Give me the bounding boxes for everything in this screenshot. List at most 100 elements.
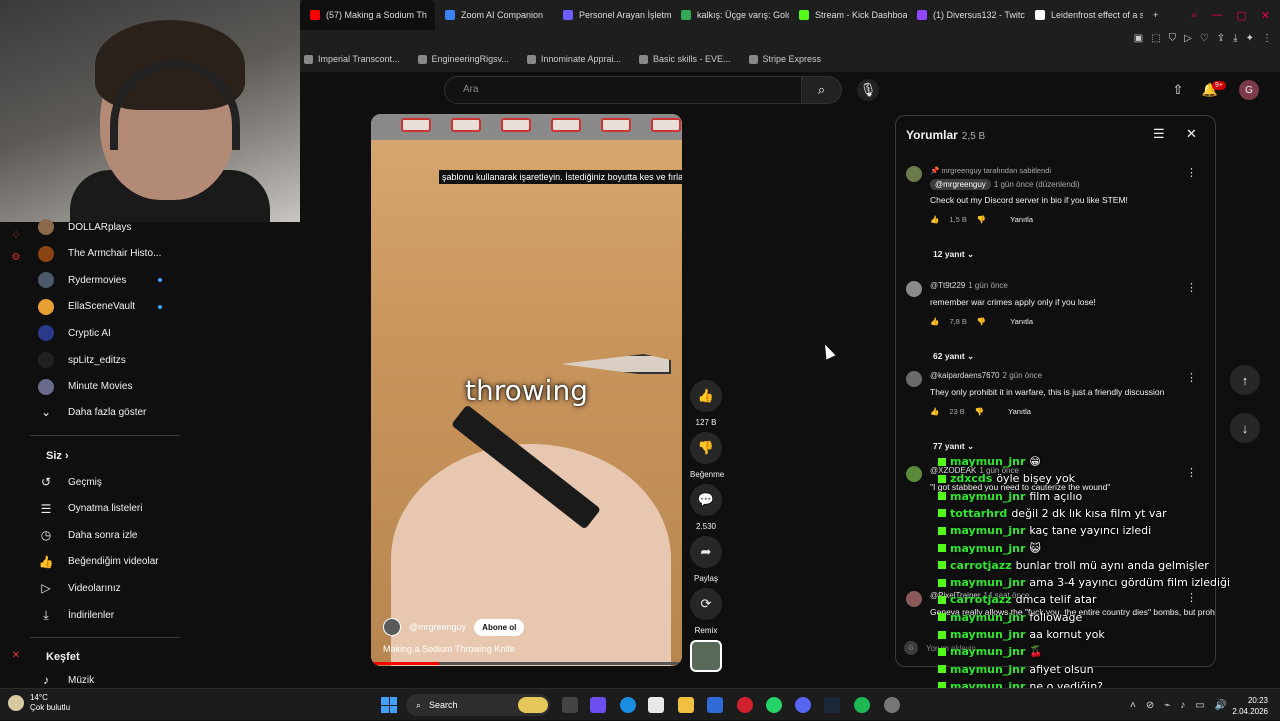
file-explorer-icon[interactable] bbox=[678, 697, 694, 713]
thumb-up-icon[interactable]: 👍 bbox=[930, 215, 939, 224]
like-button[interactable]: 👍 127 B bbox=[690, 380, 722, 427]
sound-button[interactable] bbox=[690, 640, 722, 672]
subscribe-button[interactable]: Abone ol bbox=[474, 618, 525, 636]
sort-icon[interactable]: ☰ bbox=[1153, 126, 1165, 142]
thumb-up-icon[interactable]: 👍 bbox=[930, 317, 939, 326]
edge-icon[interactable] bbox=[620, 697, 636, 713]
browser-tab[interactable]: (57) Making a Sodium Th bbox=[300, 0, 435, 30]
browser-tab[interactable]: Stream - Kick Dashboar bbox=[789, 0, 907, 30]
comments-button[interactable]: 💬 2.530 bbox=[690, 484, 722, 531]
share-button[interactable]: ➦ Paylaş bbox=[690, 536, 722, 583]
sidebar-item[interactable]: ⤓ İndirilenler bbox=[38, 602, 198, 628]
channel-name[interactable]: @mrgreenguy bbox=[409, 622, 466, 632]
sidebar-item[interactable]: ▷ Videolarınız bbox=[38, 575, 198, 601]
more-options-icon[interactable]: ⋮ bbox=[1186, 281, 1197, 294]
comment-avatar[interactable] bbox=[906, 371, 922, 387]
comment-author[interactable]: @Tt9t229 bbox=[930, 281, 965, 290]
sidebar-subscription[interactable]: spLitz_editzs bbox=[38, 347, 198, 373]
share-icon[interactable]: ⇪ bbox=[1217, 33, 1225, 44]
sidebar-subscription[interactable]: DOLLARplays bbox=[38, 214, 198, 240]
sidebar-subscription[interactable]: Rydermovies bbox=[38, 267, 198, 293]
browser-tab[interactable]: kalkış: Üçge varış: Gold bbox=[671, 0, 789, 30]
close-icon[interactable]: ✕ bbox=[10, 650, 22, 662]
short-video-player[interactable]: şablonu kullanarak işaretleyin. İstediği… bbox=[371, 114, 682, 666]
close-icon[interactable]: ✕ bbox=[1186, 126, 1197, 142]
more-options-icon[interactable]: ⋮ bbox=[1186, 166, 1197, 179]
thumb-down-icon[interactable]: 👎 bbox=[975, 407, 984, 416]
remix-button[interactable]: ⟳ Remix bbox=[690, 588, 722, 635]
opera-icon[interactable] bbox=[737, 697, 753, 713]
more-options-icon[interactable]: ⋮ bbox=[1186, 371, 1197, 384]
comment-avatar[interactable] bbox=[906, 466, 922, 482]
thumb-down-icon[interactable]: 👎 bbox=[977, 317, 986, 326]
thumb-up-icon[interactable]: 👍 bbox=[930, 407, 939, 416]
whatsapp-icon[interactable] bbox=[766, 697, 782, 713]
search-input[interactable]: Ara bbox=[444, 76, 802, 104]
comment-author[interactable]: @mrgreenguy bbox=[930, 179, 991, 190]
reply-button[interactable]: Yanıtla bbox=[1010, 215, 1033, 224]
minimize-icon[interactable]: — bbox=[1211, 9, 1222, 21]
bookmark-item[interactable]: Stripe Express bbox=[748, 54, 821, 64]
store-icon[interactable] bbox=[648, 697, 664, 713]
upload-icon[interactable]: ⇧ bbox=[1168, 80, 1188, 100]
network-icon[interactable]: ⌁ bbox=[1164, 700, 1170, 711]
chevron-up-icon[interactable]: ˄ bbox=[1130, 700, 1136, 711]
sidebar-item[interactable]: 👍 Beğendiğim videolar bbox=[38, 549, 198, 575]
replies-toggle[interactable]: 62 yanıt ⌄ bbox=[933, 351, 974, 362]
bookmark-item[interactable]: Imperial Transcont... bbox=[304, 54, 400, 64]
display-icon[interactable]: ▭ bbox=[1195, 700, 1204, 711]
clock[interactable]: 20:23 2.04.2026 bbox=[1212, 695, 1268, 717]
video-progress-bar[interactable] bbox=[371, 662, 682, 665]
sidebar-subscription[interactable]: The Armchair Histo... bbox=[38, 241, 198, 267]
task-view-icon[interactable] bbox=[562, 697, 578, 713]
sidebar-subscription[interactable]: EllaSceneVault bbox=[38, 294, 198, 320]
shorts-icon[interactable]: ♢ bbox=[10, 230, 22, 242]
thumb-down-icon[interactable]: 👎 bbox=[977, 215, 986, 224]
comment-avatar[interactable] bbox=[906, 166, 922, 182]
extension-icon[interactable]: ▣ bbox=[1134, 33, 1143, 44]
maximize-icon[interactable]: ▢ bbox=[1236, 9, 1246, 22]
settings-icon[interactable]: ⚙ bbox=[10, 252, 22, 264]
tray-icon[interactable]: ⊘ bbox=[1146, 700, 1154, 711]
bookmark-item[interactable]: EngineeringRigsv... bbox=[417, 54, 509, 64]
previous-video-button[interactable]: ↑ bbox=[1230, 365, 1260, 395]
next-video-button[interactable]: ↓ bbox=[1230, 413, 1260, 443]
browser-tab[interactable]: (1) Diversus132 - Twitch bbox=[907, 0, 1025, 30]
browser-tab[interactable]: Leidenfrost effect of a s bbox=[1025, 0, 1143, 30]
sidebar-item[interactable]: ☰ Oynatma listeleri bbox=[38, 496, 198, 522]
menu-icon[interactable]: ⋮ bbox=[1262, 33, 1272, 44]
screenshot-icon[interactable]: ⬚ bbox=[1151, 33, 1160, 44]
discord-icon[interactable] bbox=[795, 697, 811, 713]
dislike-button[interactable]: 👎 Beğenme bbox=[690, 432, 724, 479]
copilot-icon[interactable] bbox=[590, 697, 606, 713]
show-more-button[interactable]: ⌄ Daha fazla göster bbox=[38, 399, 198, 425]
sidebar-subscription[interactable]: Cryptic AI bbox=[38, 320, 198, 346]
reply-button[interactable]: Yanıtla bbox=[1010, 317, 1033, 326]
close-icon[interactable]: ✕ bbox=[1261, 9, 1270, 22]
sidebar-subscription[interactable]: Minute Movies bbox=[38, 374, 198, 400]
microphone-icon[interactable]: 🎙 bbox=[857, 79, 879, 101]
comment-avatar[interactable] bbox=[906, 591, 922, 607]
sidebar-item[interactable]: ↺ Geçmiş bbox=[38, 469, 198, 495]
browser-tab[interactable]: Personel Arayan İşletme bbox=[553, 0, 671, 30]
bookmark-item[interactable]: Basic skills - EVE... bbox=[638, 54, 731, 64]
bookmark-item[interactable]: Innominate Apprai... bbox=[526, 54, 621, 64]
sidebar-heading-you[interactable]: Siz › bbox=[46, 450, 69, 462]
download-icon[interactable]: ⤓ bbox=[1233, 33, 1237, 44]
avatar[interactable]: G bbox=[1239, 80, 1259, 100]
browser-tab[interactable]: Zoom AI Companion bbox=[435, 0, 553, 30]
play-icon[interactable]: ▷ bbox=[1184, 33, 1192, 44]
weather-widget[interactable]: 14°C Çok bulutlu bbox=[8, 693, 70, 713]
spotify-icon[interactable] bbox=[854, 697, 870, 713]
shield-icon[interactable]: ⛉ bbox=[1169, 33, 1177, 44]
new-tab-icon[interactable]: + bbox=[1143, 0, 1167, 30]
app-icon[interactable] bbox=[707, 697, 723, 713]
steam-icon[interactable] bbox=[824, 697, 840, 713]
replies-toggle[interactable]: 12 yanıt ⌄ bbox=[933, 249, 974, 260]
channel-avatar[interactable] bbox=[383, 618, 401, 636]
widget-icon[interactable] bbox=[518, 697, 548, 713]
ai-icon[interactable]: ✦ bbox=[1246, 33, 1254, 44]
microphone-icon[interactable]: ♪ bbox=[1180, 700, 1185, 711]
comment-avatar[interactable] bbox=[906, 281, 922, 297]
replies-toggle[interactable]: 77 yanıt ⌄ bbox=[933, 441, 974, 452]
